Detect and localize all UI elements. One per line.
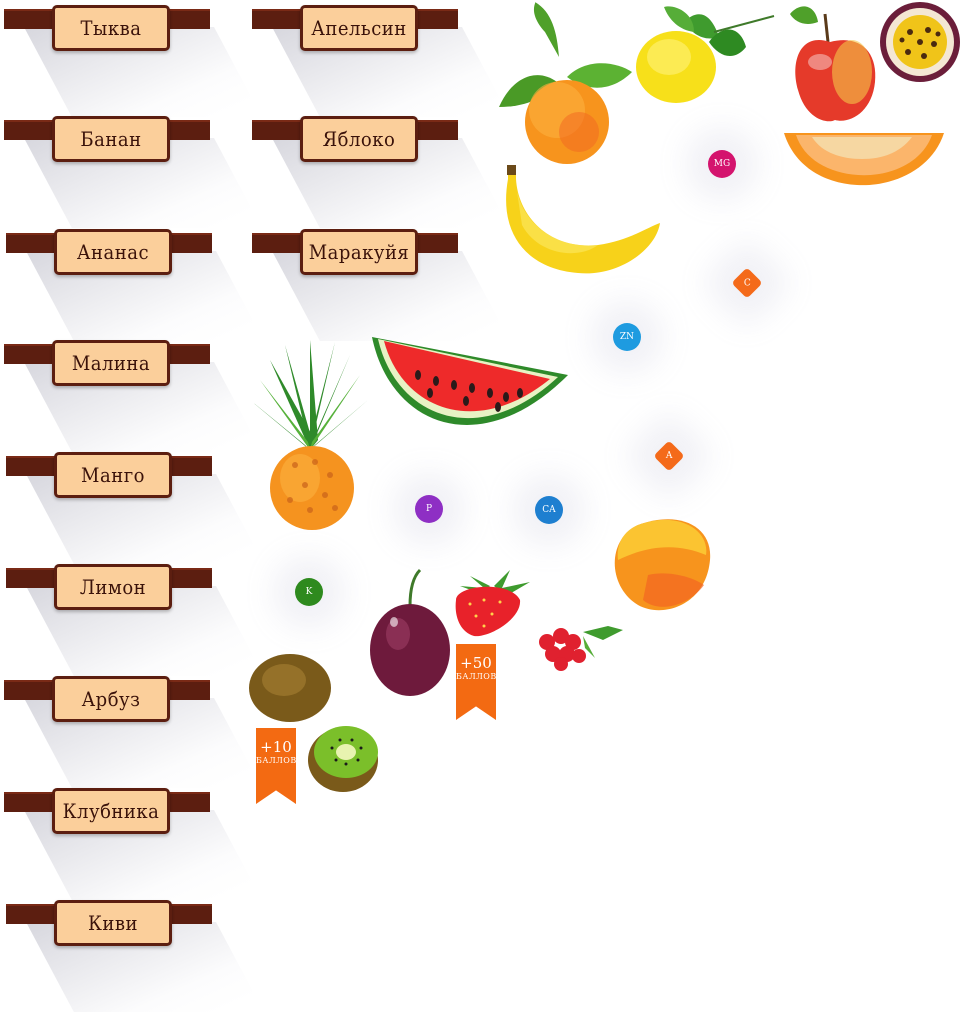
pineapple-fruit[interactable]: [250, 340, 370, 532]
label-pineapple[interactable]: Ананас: [6, 229, 264, 341]
label-kiwi[interactable]: Киви: [6, 900, 264, 1012]
label-strawberry[interactable]: Клубника: [4, 788, 262, 900]
label-mango[interactable]: Манго: [6, 452, 264, 564]
passionfruit-whole[interactable]: [368, 568, 452, 698]
label-text: Яблоко: [300, 116, 418, 162]
badge-c[interactable]: C: [731, 267, 763, 299]
apple-fruit[interactable]: [780, 2, 880, 127]
label-text: Апельсин: [300, 5, 418, 51]
label-raspberry[interactable]: Малина: [4, 340, 262, 452]
label-pumpkin[interactable]: Тыква: [4, 5, 262, 117]
label-text: Банан: [52, 116, 170, 162]
badge-a[interactable]: A: [653, 440, 685, 472]
label-banana[interactable]: Банан: [4, 116, 262, 228]
badge-ca[interactable]: CA: [535, 496, 563, 524]
badge-k[interactable]: K: [295, 578, 323, 606]
orange-fruit[interactable]: [497, 2, 637, 167]
label-text: Малина: [52, 340, 170, 386]
badge-p[interactable]: P: [415, 495, 443, 523]
watermelon-slice[interactable]: [370, 335, 570, 450]
passionfruit-slice[interactable]: [878, 2, 962, 84]
label-text: Клубника: [52, 788, 170, 834]
melon-slice[interactable]: [782, 125, 947, 190]
label-text: Тыква: [52, 5, 170, 51]
label-passionfruit[interactable]: Маракуйя: [252, 229, 510, 341]
label-orange[interactable]: Апельсин: [252, 5, 510, 117]
label-text: Лимон: [54, 564, 172, 610]
mango-fruit[interactable]: [608, 515, 714, 617]
badge-zn[interactable]: ZN: [613, 323, 641, 351]
kiwi-whole[interactable]: [248, 652, 334, 724]
label-text: Арбуз: [52, 676, 170, 722]
label-text: Манго: [54, 452, 172, 498]
label-text: Ананас: [54, 229, 172, 275]
points-ribbon-10: +10 БАЛЛОВ: [256, 728, 296, 804]
lemon-fruit[interactable]: [634, 2, 779, 107]
raspberry-fruit[interactable]: [533, 618, 628, 673]
label-text: Маракуйя: [300, 229, 418, 275]
label-lemon[interactable]: Лимон: [6, 564, 264, 676]
label-text: Киви: [54, 900, 172, 946]
points-ribbon-50: +50 БАЛЛОВ: [456, 644, 496, 720]
label-apple[interactable]: Яблоко: [252, 116, 510, 228]
kiwi-slice[interactable]: [306, 722, 380, 794]
strawberry-fruit[interactable]: [450, 570, 535, 638]
badge-mg[interactable]: MG: [708, 150, 736, 178]
label-watermelon[interactable]: Арбуз: [4, 676, 262, 788]
banana-fruit[interactable]: [498, 165, 663, 277]
